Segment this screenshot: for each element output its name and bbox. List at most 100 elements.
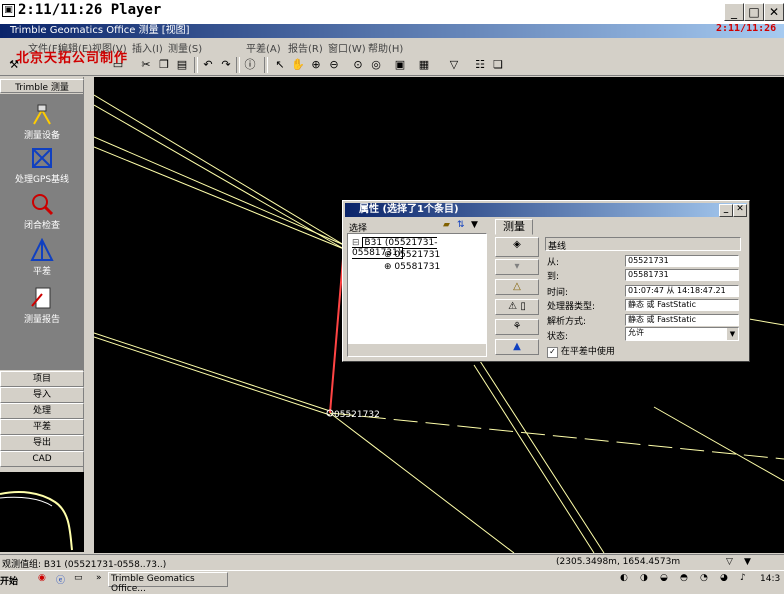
menu-survey[interactable]: 测量(S) (168, 40, 202, 55)
tool-gps-baseline[interactable]: 处理GPS基线 (0, 146, 84, 185)
print-icon[interactable]: ▤ (174, 57, 190, 73)
tray-icon[interactable]: ◒ (660, 573, 668, 583)
category-cad-button[interactable]: CAD (0, 451, 84, 467)
tool-label: 测量设备 (23, 131, 60, 141)
browser-icon[interactable]: ⓔ (56, 573, 65, 586)
zoom-window-icon[interactable]: ◎ (368, 57, 384, 73)
category-export-button[interactable]: 导出 (0, 435, 84, 451)
processor-type-field: 静态 或 FastStatic (625, 299, 739, 311)
folder-icon[interactable]: ▰ (443, 220, 450, 230)
menu-insert[interactable]: 插入(I) (132, 40, 163, 55)
undo-icon[interactable]: ↶ (200, 57, 216, 73)
map-line (93, 332, 331, 412)
maximize-button[interactable]: □ (744, 3, 764, 21)
status-select[interactable]: 允许 ▼ (625, 327, 739, 341)
from-field: 05521731 (625, 255, 739, 267)
tool-adjustment[interactable]: 平差 (0, 238, 84, 277)
copy-icon[interactable]: ❐ (156, 57, 172, 73)
status-filter-icon[interactable]: ▽ (726, 557, 733, 567)
dialog-close-button[interactable]: ✕ (733, 204, 747, 217)
properties-icon[interactable]: ☷ (472, 57, 488, 73)
tray-icon[interactable]: ◓ (680, 573, 688, 583)
cut-icon[interactable]: ✂ (138, 57, 154, 73)
loop-closure-icon (32, 194, 54, 216)
menu-help[interactable]: 帮助(H) (368, 40, 403, 55)
dialog-minimize-button[interactable]: _ (719, 204, 733, 217)
menu-window[interactable]: 窗口(W) (328, 40, 366, 55)
point-label: 05521732 (334, 410, 380, 420)
category-process-button[interactable]: 处理 (0, 403, 84, 419)
tray-icon[interactable]: ◕ (720, 573, 728, 583)
survey-report-icon (31, 287, 51, 309)
status-selection: 观测值组: B31 (05521731-0558..73..) (2, 560, 167, 570)
survey-device-icon (33, 104, 51, 125)
status-filter-dropdown-icon[interactable]: ▼ (744, 557, 751, 567)
map-line (93, 104, 345, 250)
zoom-out-icon[interactable]: ⊖ (326, 57, 342, 73)
survey-bar-header[interactable]: Trimble 测量 (0, 79, 84, 93)
filter-icon[interactable]: ▽ (446, 57, 462, 73)
tool-loop-closure[interactable]: 闭合检查 (0, 192, 84, 231)
desktop-icon[interactable]: ▭ (74, 573, 83, 583)
tree-hscrollbar[interactable] (348, 344, 486, 356)
task-button[interactable]: Trimble Geomatics Office... (108, 572, 228, 594)
app-title-bar: Trimble Geomatics Office 测量 [视图] (0, 24, 784, 38)
zoom-extents-icon[interactable]: ⊙ (350, 57, 366, 73)
time-field: 01:07:47 从 14:18:47.21 (625, 285, 739, 297)
layers-icon[interactable]: ❏ (490, 57, 506, 73)
overview-graph (0, 472, 84, 552)
map-line (329, 412, 515, 554)
player-icon: ▣ (2, 4, 15, 17)
tool-label: 处理GPS基线 (14, 175, 70, 185)
tool-label: 测量报告 (23, 315, 60, 325)
point-icon: ⊕ (384, 250, 392, 260)
triangle-button[interactable]: △ (495, 279, 539, 295)
tree-child[interactable]: ⊕ 05581731 (384, 262, 440, 272)
tool-survey-device[interactable]: 测量设备 (0, 102, 84, 141)
point-icon: ⊕ (384, 262, 392, 272)
map-line (653, 406, 784, 482)
zoom-in-icon[interactable]: ⊕ (308, 57, 324, 73)
view-icon[interactable]: ▣ (392, 57, 408, 73)
attributes-button[interactable]: ⚠ ▯ (495, 299, 539, 315)
field-label: 到: (547, 272, 560, 282)
pointer-icon[interactable]: ↖ (272, 57, 288, 73)
minimize-button[interactable]: _ (724, 3, 744, 21)
filter-icon[interactable]: ▼ (471, 220, 478, 230)
category-adjust-button[interactable]: 平差 (0, 419, 84, 435)
use-in-adjustment-checkbox[interactable]: ✓ 在平差中使用 (547, 344, 615, 358)
map-dashed-line (329, 412, 784, 460)
field-label: 处理器类型: (547, 302, 596, 312)
map-line (93, 146, 345, 250)
up-button[interactable]: ▲ (495, 339, 539, 355)
tool-survey-report[interactable]: 测量报告 (0, 286, 84, 325)
sort-icon[interactable]: ⇅ (457, 220, 465, 230)
pan-icon[interactable]: ✋ (290, 57, 306, 73)
antenna-button[interactable]: ⚘ (495, 319, 539, 335)
tab-survey[interactable]: 测量 (495, 219, 533, 235)
chevron-down-icon[interactable]: ▼ (727, 328, 738, 340)
menu-adjust[interactable]: 平差(A) (246, 40, 281, 55)
quicklaunch-icon[interactable]: ◉ (38, 573, 46, 583)
project-icon[interactable]: ⚒ (6, 57, 22, 73)
category-import-button[interactable]: 导入 (0, 387, 84, 403)
category-project-button[interactable]: 项目 (0, 371, 84, 387)
baseline-view-button[interactable]: ◈ (495, 237, 539, 257)
tree-child[interactable]: ⊕ 05521731 (384, 250, 440, 260)
more-icon[interactable]: » (96, 573, 102, 583)
info-icon[interactable]: ⓘ (242, 57, 258, 73)
close-button[interactable]: ✕ (764, 3, 784, 21)
start-button[interactable]: 开始 (0, 574, 18, 587)
new-icon[interactable]: ▭ (110, 57, 126, 73)
attributes-icon: ⚠ ▯ (508, 301, 526, 312)
volume-icon[interactable]: ♪ (740, 573, 746, 583)
tray-icon[interactable]: ◑ (640, 573, 648, 583)
down-button[interactable]: ▾ (495, 259, 539, 275)
tray-icon[interactable]: ◐ (620, 573, 628, 583)
tray-icon[interactable]: ◔ (700, 573, 708, 583)
grid-icon[interactable]: ▦ (416, 57, 432, 73)
vertical-scrollbar[interactable] (84, 77, 94, 553)
redo-icon[interactable]: ↷ (218, 57, 234, 73)
menu-report[interactable]: 报告(R) (288, 40, 323, 55)
checkbox-checked-icon[interactable]: ✓ (547, 347, 558, 358)
